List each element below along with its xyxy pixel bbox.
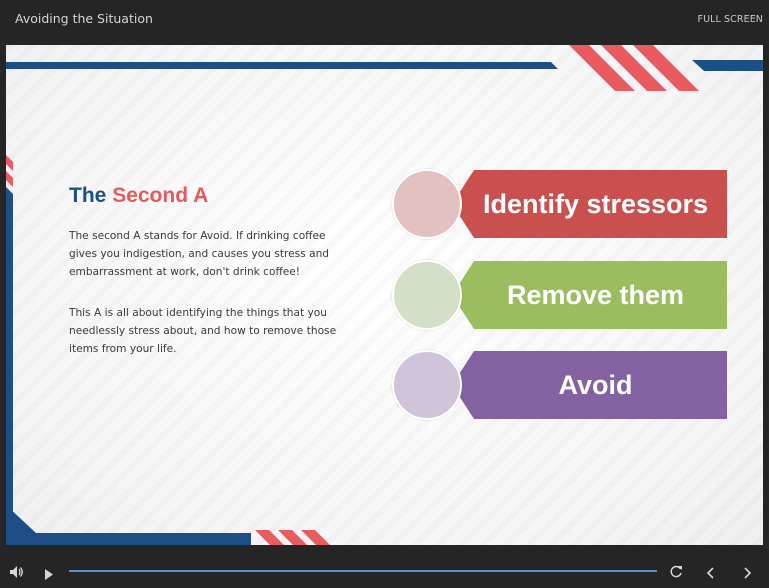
left-stripe <box>6 187 13 545</box>
replay-icon[interactable] <box>670 563 683 582</box>
play-icon[interactable] <box>44 565 54 584</box>
heading-part-1: The <box>69 184 107 207</box>
left-slash-1 <box>6 155 13 171</box>
left-slash-2 <box>6 171 13 187</box>
bottom-stripe <box>6 505 251 545</box>
step-remove-them: Remove them <box>392 260 730 330</box>
step-label: Avoid <box>558 370 633 400</box>
paragraph-1: The second A stands for Avoid. If drinki… <box>69 230 330 278</box>
course-title: Avoiding the Situation <box>15 11 153 26</box>
full-screen-button[interactable]: FULL SCREEN <box>698 14 764 25</box>
paragraph-2: This A is all about identifying the thin… <box>69 307 337 355</box>
top-stripe-right <box>692 60 763 71</box>
top-stripe-left <box>6 62 558 69</box>
speaker-icon[interactable] <box>10 563 24 582</box>
chevron-left-icon[interactable] <box>706 564 715 583</box>
chevron-right-icon[interactable] <box>743 564 752 583</box>
bottom-slash-1 <box>255 530 284 545</box>
step-identify-stressors: Identify stressors <box>392 169 730 239</box>
progress-track[interactable] <box>69 570 657 572</box>
player-top-bar: Avoiding the Situation FULL SCREEN <box>0 0 769 44</box>
bottom-slash-3 <box>301 530 330 545</box>
player-controls <box>0 546 769 588</box>
step-avoid: Avoid <box>392 350 730 420</box>
step-label: Identify stressors <box>482 189 709 219</box>
heading-part-2: Second A <box>112 184 209 207</box>
slide-heading: The Second A <box>69 184 208 208</box>
bottom-slash-2 <box>278 530 307 545</box>
step-label: Remove them <box>506 280 685 310</box>
slide-canvas: The Second A The second A stands for Avo… <box>6 45 763 545</box>
